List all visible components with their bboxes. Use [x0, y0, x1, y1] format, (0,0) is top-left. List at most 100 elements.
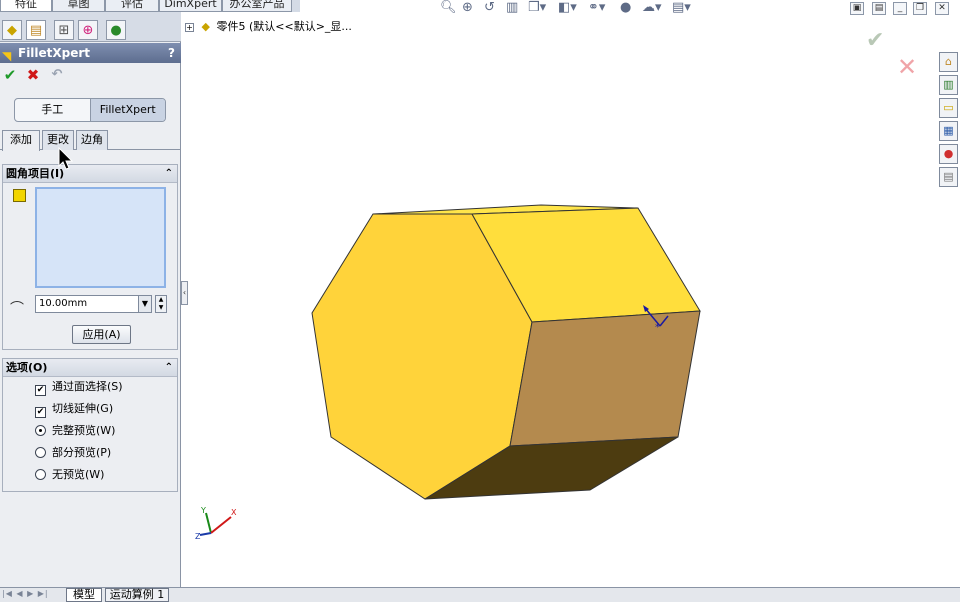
radio-unselected[interactable] — [35, 447, 46, 458]
svg-text:Y: Y — [200, 506, 206, 515]
pm-title: FilletXpert — [18, 46, 91, 60]
radius-dropdown-button[interactable]: ▼ — [138, 296, 151, 312]
close-button[interactable]: ✕ — [935, 2, 949, 15]
cancel-button[interactable]: ✖ — [24, 66, 42, 84]
minimize-button[interactable]: _ — [893, 2, 907, 15]
fillet-items-group: 圆角项目(I) ⌃ ⌒ 10.00mm ▼ ▲ ▼ 应用(A) — [2, 164, 178, 350]
configuration-icon: ⊞ — [58, 22, 70, 38]
tab-features[interactable]: 特征 — [0, 0, 52, 12]
radius-icon: ⌒ — [10, 301, 24, 317]
tab-evaluate[interactable]: 评估 — [105, 0, 159, 12]
window-split-icon[interactable]: ▤ — [872, 2, 886, 15]
restore-button[interactable]: ❐ — [913, 2, 927, 15]
tab-office[interactable]: 办公室产品 — [222, 0, 292, 12]
manager-tabs: ◆ ▤ ⊞ ⊕ ● — [0, 12, 181, 42]
select-through-faces-option[interactable]: ✔ 通过面选择(S) — [35, 379, 123, 396]
dimxpert-icon: ⊕ — [82, 22, 94, 38]
fillet-items-title: 圆角项目(I) — [6, 167, 65, 180]
display-manager-tab[interactable]: ● — [106, 20, 126, 40]
custom-properties-icon[interactable]: ▤ — [939, 167, 958, 187]
part-icon: ◆ — [201, 20, 210, 33]
options-header[interactable]: 选项(O) ⌃ — [3, 359, 177, 377]
tab-dimxpert[interactable]: DimXpert — [159, 0, 222, 12]
filletxpert-mode-button[interactable]: FilletXpert — [89, 99, 165, 121]
partial-preview-option[interactable]: 部分预览(P) — [35, 445, 111, 461]
tab-corner[interactable]: 边角 — [76, 130, 108, 150]
manual-mode-button[interactable]: 手工 — [15, 99, 90, 121]
previous-view-icon[interactable]: ↺ — [484, 0, 495, 16]
design-library-icon[interactable]: ▥ — [939, 75, 958, 95]
confirm-cancel-icon[interactable]: ✕ — [897, 53, 917, 81]
options-group: 选项(O) ⌃ ✔ 通过面选择(S) ✔ 切线延伸(G) 完整预览(W) 部分预览(… — [2, 358, 178, 492]
apply-button[interactable]: 应用(A) — [72, 325, 131, 344]
dimxpert-manager-tab[interactable]: ⊕ — [78, 20, 98, 40]
window-tile-icon[interactable]: ▣ — [850, 2, 864, 15]
view-palette-icon[interactable]: ▦ — [939, 121, 958, 141]
ok-button[interactable]: ✔ — [1, 66, 19, 84]
feature-tree-icon: ◆ — [7, 22, 17, 38]
command-manager-tabs: 特征 草图 评估 DimXpert 办公室产品 — [0, 0, 300, 12]
option-label: 无预览(W) — [52, 468, 105, 481]
zoom-area-icon[interactable]: ⊕ — [462, 0, 473, 16]
checkbox-checked[interactable]: ✔ — [35, 385, 46, 396]
expand-icon[interactable]: + — [185, 23, 194, 32]
radius-value: 10.00mm — [39, 298, 88, 309]
options-title: 选项(O) — [6, 361, 48, 374]
tab-scroll-arrows-icon[interactable]: |◀ ◀ ▶ ▶| — [2, 589, 49, 598]
tangent-propagation-option[interactable]: ✔ 切线延伸(G) — [35, 401, 113, 418]
section-view-icon[interactable]: ▥ — [506, 0, 518, 16]
undo-button[interactable]: ↶ — [48, 66, 66, 84]
property-icon: ▤ — [29, 22, 43, 38]
confirm-ok-icon[interactable]: ✔ — [866, 28, 884, 53]
tab-model[interactable]: 模型 — [66, 588, 102, 602]
collapse-left-icon: ‹ — [182, 288, 187, 297]
view-orientation-icon[interactable]: ❒▾ — [528, 0, 546, 16]
check-icon: ✔ — [3, 66, 17, 84]
collapse-icon[interactable]: ⌃ — [165, 165, 173, 183]
svg-text:X: X — [231, 508, 237, 517]
file-explorer-icon[interactable]: ▭ — [939, 98, 958, 118]
svg-text:*: * — [655, 323, 660, 333]
part-label: 零件5 (默认<<默认>_显... — [216, 20, 352, 33]
fillet-items-header[interactable]: 圆角项目(I) ⌃ — [3, 165, 177, 183]
face-edge-icon — [13, 189, 26, 202]
flyout-tree-row[interactable]: + ◆ 零件5 (默认<<默认>_显... — [185, 18, 352, 34]
radius-input[interactable]: 10.00mm ▼ — [35, 295, 152, 313]
bottom-tab-bar: |◀ ◀ ▶ ▶| 模型 运动算例 1 — [0, 587, 960, 602]
view-settings-icon[interactable]: ▤▾ — [672, 0, 691, 16]
radio-selected[interactable] — [35, 425, 46, 436]
appearances-icon[interactable]: ● — [939, 144, 958, 164]
appearance-icon: ● — [110, 22, 122, 38]
tab-motion-study[interactable]: 运动算例 1 — [105, 588, 169, 602]
radio-unselected[interactable] — [35, 469, 46, 480]
pm-actions: ✔ ✖ ↶ — [0, 66, 181, 86]
option-label: 部分预览(P) — [52, 446, 112, 459]
help-button[interactable]: ? — [168, 43, 175, 63]
panel-splitter[interactable]: ‹ — [181, 281, 188, 305]
feature-manager-tab[interactable]: ◆ — [2, 20, 22, 40]
home-icon[interactable]: ⌂ — [939, 52, 958, 72]
option-label: 通过面选择(S) — [52, 380, 123, 393]
collapse-icon[interactable]: ⌃ — [165, 359, 173, 377]
hide-show-items-icon[interactable]: ⚭▾ — [588, 0, 605, 16]
pm-title-bar: ◥ FilletXpert ? — [0, 43, 181, 63]
tab-sketch[interactable]: 草图 — [52, 0, 105, 12]
property-manager-tab[interactable]: ▤ — [26, 20, 46, 40]
mouse-cursor-icon — [58, 147, 74, 170]
no-preview-option[interactable]: 无预览(W) — [35, 467, 104, 483]
edit-appearance-icon[interactable]: ● — [620, 0, 631, 16]
right-face[interactable] — [509, 310, 701, 447]
mode-switch: 手工 FilletXpert — [14, 98, 166, 122]
subtab-bar: 添加 更改 边角 — [0, 128, 181, 151]
model-solid[interactable]: * — [300, 195, 710, 505]
apply-scene-icon[interactable]: ☁▾ — [642, 0, 662, 16]
checkbox-checked[interactable]: ✔ — [35, 407, 46, 418]
radius-spinner[interactable]: ▲ ▼ — [155, 295, 167, 313]
chevron-down-icon: ▼ — [141, 299, 149, 308]
zoom-to-fit-icon[interactable]: 🔍︎ — [440, 0, 457, 16]
configuration-manager-tab[interactable]: ⊞ — [54, 20, 74, 40]
full-preview-option[interactable]: 完整预览(W) — [35, 423, 115, 439]
display-style-icon[interactable]: ◧▾ — [558, 0, 577, 16]
fillet-items-list[interactable] — [35, 187, 166, 288]
tab-add[interactable]: 添加 — [2, 130, 40, 151]
